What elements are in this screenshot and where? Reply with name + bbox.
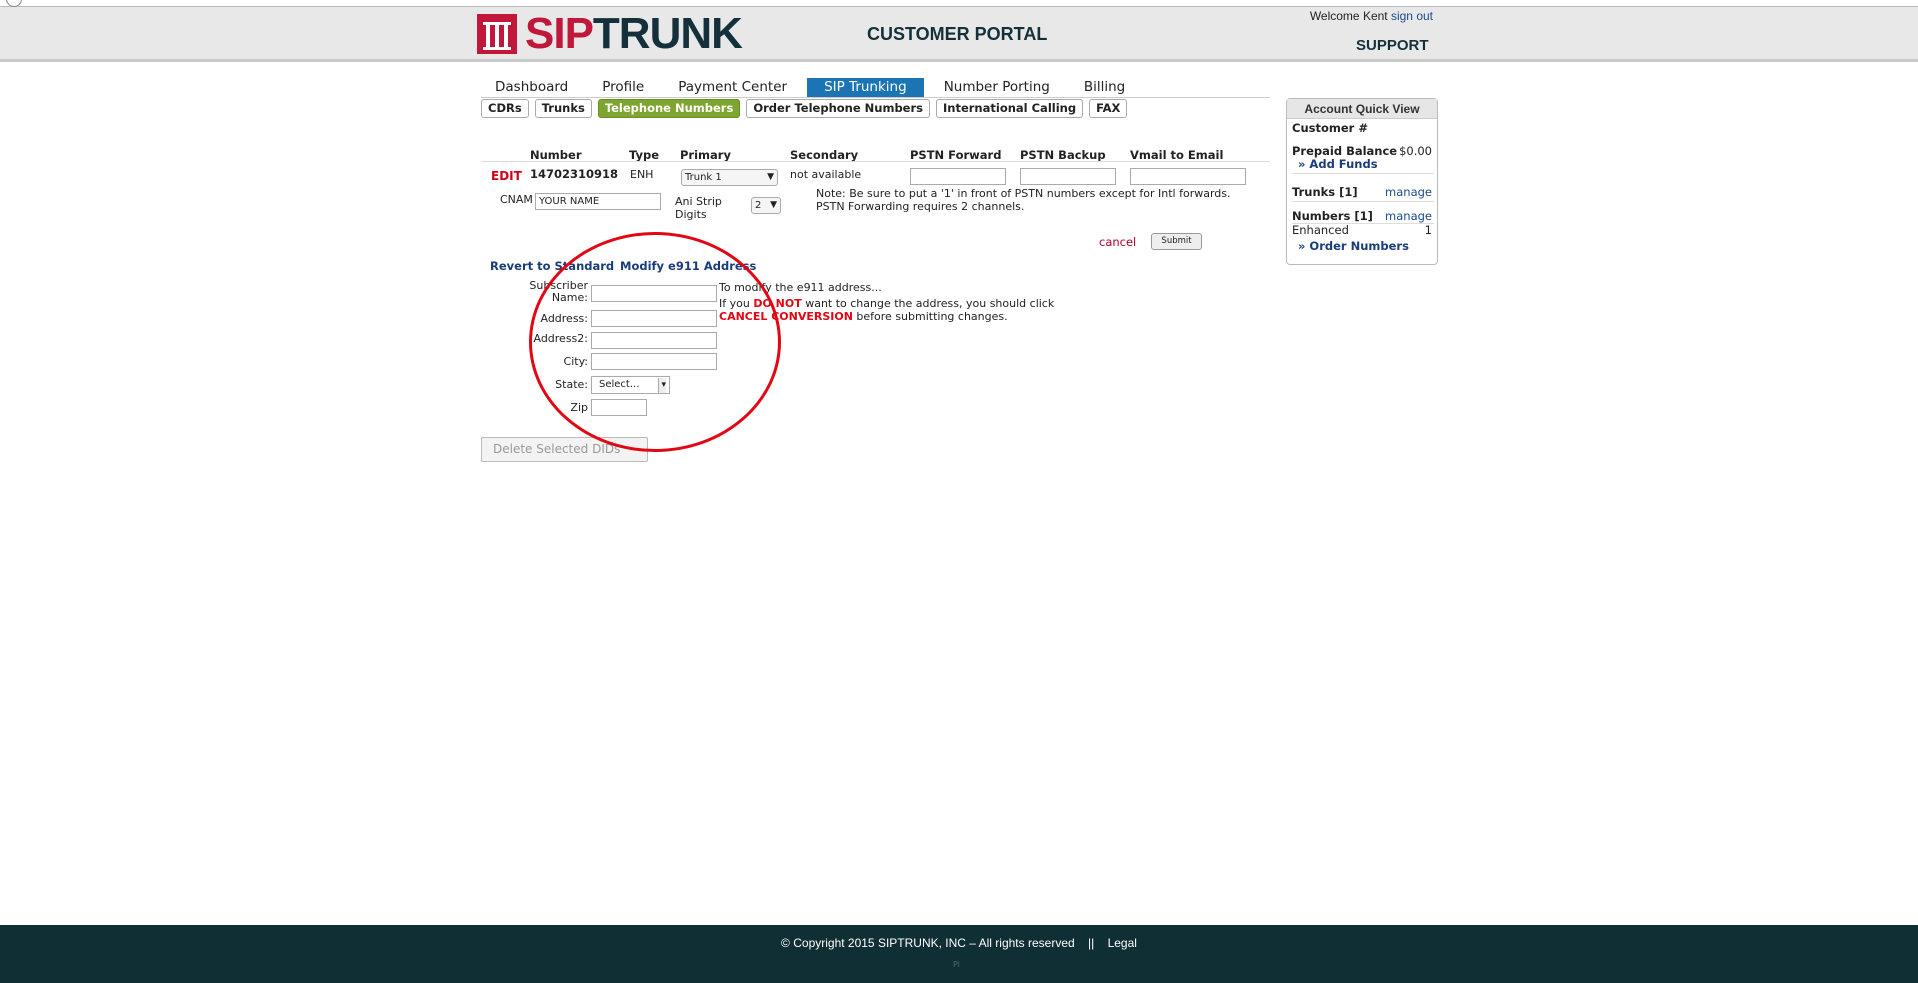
number-type: ENH [630,168,654,181]
numbers-manage-link[interactable]: manage [1385,209,1432,223]
primary-trunk-select[interactable]: Trunk 1 ▼ [681,169,778,186]
welcome-text: Welcome Kent [1309,9,1388,23]
table-divider [481,161,1270,162]
sub-tabs: CDRs Trunks Telephone Numbers Order Tele… [481,99,1128,118]
ani-strip-label: Ani Strip [675,195,722,208]
logo-mark-icon [477,14,517,54]
primary-trunk-value: Trunk 1 [685,172,722,183]
enhanced-label: Enhanced [1292,223,1349,237]
cnam-input[interactable]: YOUR NAME [535,193,661,210]
chevron-down-icon: ▼ [770,200,777,210]
prepaid-balance-label: Prepaid Balance [1292,144,1398,158]
divider [1292,173,1434,174]
vmail-email-input[interactable] [1130,168,1246,185]
tab-number-porting[interactable]: Number Porting [930,78,1064,97]
support-link[interactable]: SUPPORT [1356,37,1429,54]
column-header-secondary: Secondary [790,148,859,162]
submit-button[interactable]: Submit [1151,233,1202,250]
browser-button-icon[interactable] [6,0,22,7]
column-header-primary: Primary [680,148,731,162]
logo-text-red: SIP [525,9,594,58]
tab-sip-trunking[interactable]: SIP Trunking [807,78,924,97]
pstn-backup-input[interactable] [1020,168,1116,185]
tab-payment-center[interactable]: Payment Center [664,78,801,97]
ani-strip-value: 2 [755,200,762,211]
subtab-cdrs[interactable]: CDRs [481,99,529,118]
subtab-fax[interactable]: FAX [1089,99,1128,118]
column-header-vmail: Vmail to Email [1130,148,1224,162]
chevron-down-icon: ▼ [767,172,774,182]
main-tabs: Dashboard Profile Payment Center SIP Tru… [481,78,1270,98]
welcome-area: Welcome Kent sign out [1310,9,1433,23]
quick-view-title: Account Quick View [1287,99,1437,119]
logo-text-dark: TRUNK [592,9,743,58]
prepaid-balance-value: $0.00 [1399,144,1432,158]
red-annotation-circle [529,232,781,452]
tab-profile[interactable]: Profile [588,78,658,97]
footer-copyright[interactable]: © Copyright 2015 SIPTRUNK, INC – All rig… [0,936,1918,950]
subtab-order-telephone-numbers[interactable]: Order Telephone Numbers [746,99,930,118]
site-header: SIPTRUNK CUSTOMER PORTAL Welcome Kent si… [0,7,1918,62]
subtab-international-calling[interactable]: International Calling [936,99,1084,118]
ani-digits-label: Digits [675,208,707,221]
footer-pi[interactable]: Pi [953,960,960,969]
column-header-pstn-forward: PSTN Forward [910,148,1002,162]
phone-number: 14702310918 [530,167,619,181]
ani-strip-select[interactable]: 2 ▼ [751,197,781,214]
browser-top-strip [0,0,1918,7]
divider [1292,201,1434,202]
customer-number-label: Customer # [1292,121,1368,135]
pstn-note: Note: Be sure to put a '1' in front of P… [816,187,1276,213]
trunks-label: Trunks [1] [1292,185,1358,199]
site-footer: © Copyright 2015 SIPTRUNK, INC – All rig… [0,925,1918,983]
tab-dashboard[interactable]: Dashboard [481,78,582,97]
account-quick-view: Account Quick View Customer # Prepaid Ba… [1286,98,1438,265]
column-header-number: Number [530,148,582,162]
e911-info-line-1: To modify the e911 address... [719,281,882,294]
pstn-forward-input[interactable] [910,168,1006,185]
secondary-value: not available [790,168,862,181]
enhanced-value: 1 [1424,223,1432,237]
pstn-note-line-1: Note: Be sure to put a '1' in front of P… [816,187,1231,200]
numbers-label: Numbers [1] [1292,209,1373,223]
cancel-link[interactable]: cancel [1099,235,1136,249]
column-header-pstn-backup: PSTN Backup [1020,148,1106,162]
tab-billing[interactable]: Billing [1070,78,1139,97]
subtab-trunks[interactable]: Trunks [534,99,592,118]
trunks-manage-link[interactable]: manage [1385,185,1432,199]
pstn-note-line-2: PSTN Forwarding requires 2 channels. [816,200,1025,213]
page-title: CUSTOMER PORTAL [867,24,1048,44]
add-funds-link[interactable]: » Add Funds [1298,157,1378,171]
column-header-type: Type [629,148,660,162]
subtab-telephone-numbers[interactable]: Telephone Numbers [597,99,741,118]
sign-out-link[interactable]: sign out [1391,9,1433,23]
cnam-label: CNAM [500,193,533,206]
siptrunk-logo[interactable]: SIPTRUNK [477,12,743,56]
edit-link[interactable]: EDIT [491,169,522,183]
order-numbers-link[interactable]: » Order Numbers [1298,239,1409,253]
